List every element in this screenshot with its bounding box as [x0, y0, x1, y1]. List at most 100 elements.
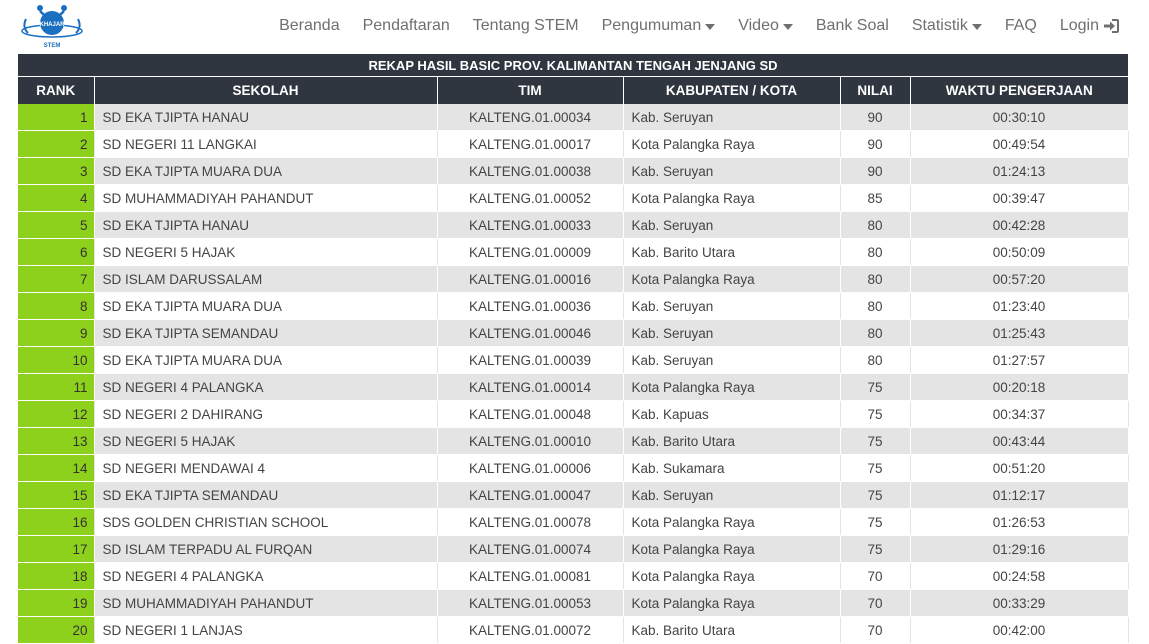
cell-kabupaten-kota: Kota Palangka Raya	[623, 184, 841, 212]
cell-sekolah: SD NEGERI MENDAWAI 4	[94, 454, 438, 482]
cell-tim: KALTENG.01.00078	[437, 508, 624, 536]
cell-tim: KALTENG.01.00047	[437, 481, 624, 509]
cell-sekolah: SD NEGERI 4 PALANGKA	[94, 373, 438, 401]
cell-tim: KALTENG.01.00016	[437, 265, 624, 293]
cell-rank: 11	[18, 373, 95, 401]
navbar: KHAJAR STEM Beranda Pendaftaran Tentang …	[0, 0, 1149, 54]
cell-sekolah: SD NEGERI 1 LANJAS	[94, 616, 438, 644]
cell-rank: 8	[18, 292, 95, 320]
header-tim[interactable]: TIM	[437, 76, 624, 104]
nav-statistik[interactable]: Statistik	[912, 17, 982, 35]
cell-kabupaten-kota: Kota Palangka Raya	[623, 508, 841, 536]
cell-waktu: 01:26:53	[910, 508, 1129, 536]
cell-nilai: 80	[840, 238, 911, 266]
cell-tim: KALTENG.01.00006	[437, 454, 624, 482]
cell-kabupaten-kota: Kota Palangka Raya	[623, 589, 841, 617]
header-kabupaten-kota[interactable]: KABUPATEN / KOTA	[623, 76, 841, 104]
cell-rank: 12	[18, 400, 95, 428]
cell-tim: KALTENG.01.00081	[437, 562, 624, 590]
cell-waktu: 01:25:43	[910, 319, 1129, 347]
cell-waktu: 00:51:20	[910, 454, 1129, 482]
cell-waktu: 01:23:40	[910, 292, 1129, 320]
cell-waktu: 00:20:18	[910, 373, 1129, 401]
cell-rank: 19	[18, 589, 95, 617]
cell-sekolah: SD NEGERI 11 LANGKAI	[94, 130, 438, 158]
cell-sekolah: SD EKA TJIPTA MUARA DUA	[94, 157, 438, 185]
nav-label: Video	[738, 17, 779, 34]
main-nav: Beranda Pendaftaran Tentang STEM Pengumu…	[256, 0, 1119, 52]
table-row: 20 SD NEGERI 1 LANJAS KALTENG.01.00072 Kab.…	[18, 616, 1129, 644]
header-waktu-pengerjaan[interactable]: WAKTU PENGERJAAN	[910, 76, 1129, 104]
cell-waktu: 00:24:58	[910, 562, 1129, 590]
cell-sekolah: SD EKA TJIPTA MUARA DUA	[94, 292, 438, 320]
cell-rank: 13	[18, 427, 95, 455]
sign-in-icon	[1104, 19, 1119, 33]
table-row: 8 SD EKA TJIPTA MUARA DUA KALTENG.01.00036…	[18, 292, 1129, 320]
nav-pendaftaran[interactable]: Pendaftaran	[363, 17, 450, 35]
cell-nilai: 80	[840, 292, 911, 320]
cell-nilai: 75	[840, 400, 911, 428]
cell-tim: KALTENG.01.00046	[437, 319, 624, 347]
nav-label: Tentang STEM	[472, 17, 579, 34]
cell-sekolah: SD EKA TJIPTA SEMANDAU	[94, 481, 438, 509]
table-row: 12 SD NEGERI 2 DAHIRANG KALTENG.01.00048 Ka…	[18, 400, 1129, 428]
cell-nilai: 85	[840, 184, 911, 212]
table-row: 19 SD MUHAMMADIYAH PAHANDUT KALTENG.01.000…	[18, 589, 1129, 617]
cell-sekolah: SD ISLAM DARUSSALAM	[94, 265, 438, 293]
cell-waktu: 00:39:47	[910, 184, 1129, 212]
cell-kabupaten-kota: Kab. Barito Utara	[623, 427, 841, 455]
header-rank[interactable]: RANK	[18, 76, 95, 104]
cell-kabupaten-kota: Kab. Seruyan	[623, 319, 841, 347]
svg-text:STEM: STEM	[44, 43, 61, 49]
cell-tim: KALTENG.01.00034	[437, 104, 624, 131]
cell-nilai: 75	[840, 427, 911, 455]
site-logo[interactable]: KHAJAR STEM	[18, 1, 86, 53]
cell-sekolah: SD NEGERI 2 DAHIRANG	[94, 400, 438, 428]
cell-kabupaten-kota: Kota Palangka Raya	[623, 535, 841, 563]
cell-rank: 5	[18, 211, 95, 239]
cell-rank: 9	[18, 319, 95, 347]
cell-tim: KALTENG.01.00053	[437, 589, 624, 617]
cell-tim: KALTENG.01.00048	[437, 400, 624, 428]
cell-waktu: 00:33:29	[910, 589, 1129, 617]
table-row: 5 SD EKA TJIPTA HANAU KALTENG.01.00033 Kab.…	[18, 211, 1129, 239]
cell-nilai: 80	[840, 211, 911, 239]
table-row: 17 SD ISLAM TERPADU AL FURQAN KALTENG.01.0…	[18, 535, 1129, 563]
nav-pengumuman[interactable]: Pengumuman	[602, 17, 716, 35]
cell-rank: 6	[18, 238, 95, 266]
cell-rank: 10	[18, 346, 95, 374]
nav-tentang-stem[interactable]: Tentang STEM	[473, 17, 579, 35]
nav-label: Bank Soal	[815, 17, 889, 34]
nav-label: Pengumuman	[601, 17, 702, 34]
nav-bank-soal[interactable]: Bank Soal	[816, 17, 889, 35]
cell-waktu: 01:29:16	[910, 535, 1129, 563]
nav-label: Login	[1059, 17, 1099, 34]
nav-video[interactable]: Video	[738, 17, 793, 35]
cell-sekolah: SD ISLAM TERPADU AL FURQAN	[94, 535, 438, 563]
cell-sekolah: SD MUHAMMADIYAH PAHANDUT	[94, 589, 438, 617]
header-nilai[interactable]: NILAI	[840, 76, 911, 104]
nav-login[interactable]: Login	[1060, 17, 1119, 35]
cell-nilai: 70	[840, 589, 911, 617]
header-sekolah[interactable]: SEKOLAH	[94, 76, 438, 104]
cell-waktu: 00:42:00	[910, 616, 1129, 644]
table-row: 7 SD ISLAM DARUSSALAM KALTENG.01.00016 Kota…	[18, 265, 1129, 293]
cell-nilai: 70	[840, 616, 911, 644]
cell-tim: KALTENG.01.00038	[437, 157, 624, 185]
nav-faq[interactable]: FAQ	[1005, 17, 1037, 35]
cell-kabupaten-kota: Kab. Seruyan	[623, 346, 841, 374]
nav-beranda[interactable]: Beranda	[279, 17, 340, 35]
nav-label: Beranda	[279, 17, 340, 34]
caret-down-icon	[971, 24, 982, 30]
cell-sekolah: SD MUHAMMADIYAH PAHANDUT	[94, 184, 438, 212]
cell-tim: KALTENG.01.00072	[437, 616, 624, 644]
cell-rank: 17	[18, 535, 95, 563]
cell-sekolah: SDS GOLDEN CHRISTIAN SCHOOL	[94, 508, 438, 536]
table-row: 2 SD NEGERI 11 LANGKAI KALTENG.01.00017 Kot…	[18, 130, 1129, 158]
cell-rank: 1	[18, 104, 95, 131]
table-row: 18 SD NEGERI 4 PALANGKA KALTENG.01.00081 Ko…	[18, 562, 1129, 590]
cell-rank: 7	[18, 265, 95, 293]
cell-nilai: 75	[840, 481, 911, 509]
nav-label: FAQ	[1004, 17, 1037, 34]
cell-waktu: 00:49:54	[910, 130, 1129, 158]
